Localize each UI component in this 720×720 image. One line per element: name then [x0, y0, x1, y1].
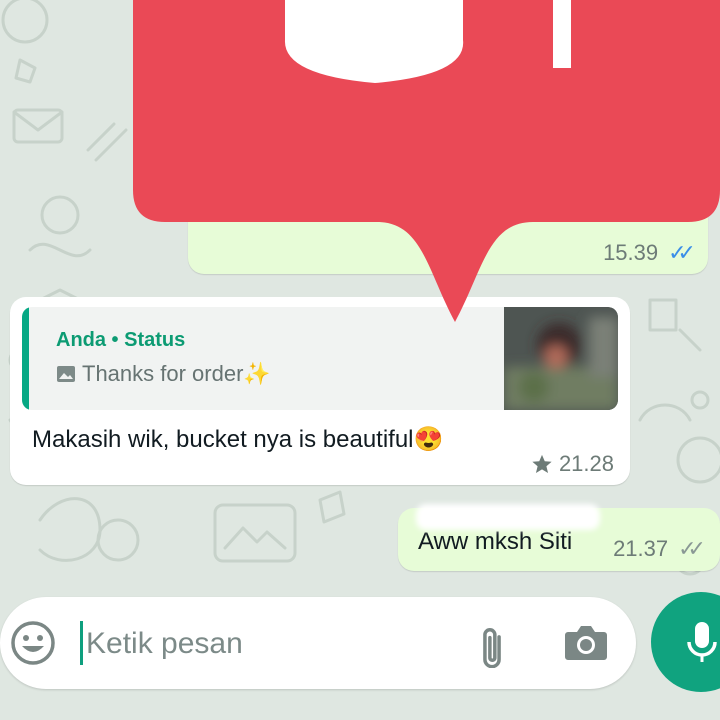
emoji-icon[interactable] — [10, 620, 56, 666]
quote-accent-bar — [22, 307, 29, 410]
image-icon — [57, 366, 75, 382]
camera-icon[interactable] — [562, 620, 610, 664]
quoted-text-row: Thanks for order✨ — [56, 361, 271, 387]
quoted-status-reply[interactable]: Anda • Status Thanks for order✨ — [22, 307, 618, 410]
incoming-message-bubble[interactable]: Anda • Status Thanks for order✨ Makasih … — [10, 297, 630, 485]
text-caret — [80, 621, 83, 665]
mic-icon — [687, 622, 717, 662]
status-thumbnail — [504, 307, 618, 410]
message-timestamp: 21.28 — [558, 451, 614, 476]
message-input[interactable] — [84, 620, 448, 668]
star-icon — [532, 454, 552, 473]
outgoing-message-bubble[interactable]: Aww mksh Siti 21.37 ✓✓ — [398, 504, 720, 571]
like-notification-overlay — [133, 0, 720, 322]
double-check-icon: ✓✓ — [678, 536, 706, 561]
message-text: Makasih wik, bucket nya is beautiful😍 — [32, 426, 444, 453]
quoted-author: Anda • Status — [56, 329, 186, 351]
message-timestamp: 21.37 — [613, 536, 669, 561]
message-text: Aww mksh Siti — [418, 528, 573, 555]
paperclip-icon[interactable] — [468, 620, 516, 668]
quoted-text: Thanks for order✨ — [82, 361, 271, 386]
redaction-patch — [416, 504, 600, 530]
